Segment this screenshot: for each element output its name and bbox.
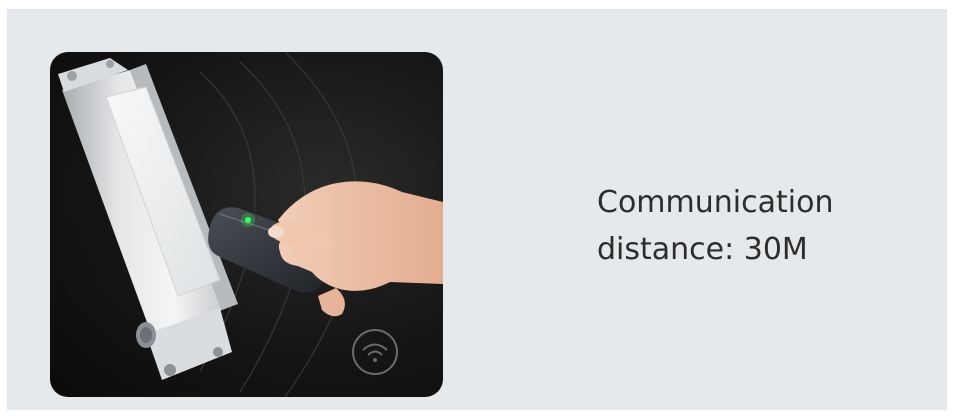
receiver-device (58, 58, 238, 380)
product-photo (50, 52, 443, 397)
receiver-and-remote-illustration (58, 52, 443, 397)
hand (268, 181, 443, 317)
page: Communication distance: 30M (0, 0, 954, 419)
feature-panel: Communication distance: 30M (7, 9, 947, 410)
caption-line-1: Communication (597, 185, 834, 220)
feature-caption: Communication distance: 30M (597, 179, 927, 273)
wifi-icon (352, 329, 398, 375)
caption-line-2: distance: 30M (597, 232, 808, 267)
